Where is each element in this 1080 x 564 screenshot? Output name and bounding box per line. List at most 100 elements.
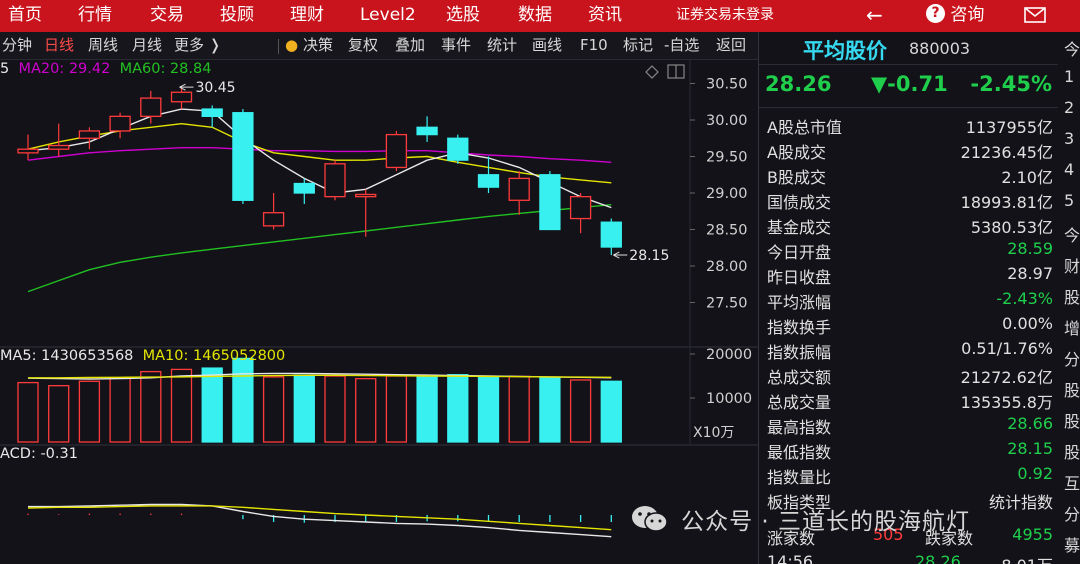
vol-ma10-legend: MA10: 1465052800 — [142, 348, 286, 364]
y-tick-label: 29.00 — [706, 186, 748, 202]
side-strip-label: 互 — [1064, 474, 1080, 493]
side-strip-label: 1 — [1064, 67, 1075, 86]
tick-price: 28.26 — [915, 552, 961, 564]
quote-row: 总成交量 135355.8万 — [765, 389, 1053, 413]
nav-stock-picker[interactable]: 选股 — [446, 0, 480, 32]
quote-label: 总成交量 — [767, 393, 832, 412]
side-strip-label: 增 — [1064, 319, 1080, 338]
volume-bar — [78, 380, 101, 443]
quote-label: 最高指数 — [767, 418, 832, 437]
quote-label: 最低指数 — [767, 443, 832, 462]
nav-trade[interactable]: 交易 — [150, 0, 184, 32]
chart-area[interactable]: 30.45 28.15 30.50 30.00 29.50 29.00 28.50 28.0… — [0, 60, 758, 564]
quote-value: 135355.8万 — [960, 393, 1053, 412]
nav-advisor[interactable]: 投顾 — [220, 0, 254, 32]
quote-value: 28.66 — [1007, 414, 1053, 433]
ma60-legend: MA60: 28.84 — [119, 61, 212, 77]
tool-watchlist[interactable]: -自选 — [664, 32, 699, 60]
volume-bar — [416, 374, 438, 443]
quote-value: 21272.62亿 — [960, 368, 1053, 387]
candle — [477, 174, 500, 188]
side-panel-strip: 今12345今财股增分股股股互分募 — [1058, 32, 1080, 564]
y-tick-label: 27.50 — [706, 296, 748, 312]
tool-draw[interactable]: 画线 — [532, 32, 562, 60]
candle — [201, 108, 223, 117]
consult-button[interactable]: ? 咨询 — [926, 0, 984, 32]
tab-weekly[interactable]: 周线 — [88, 32, 118, 60]
tab-monthly[interactable]: 月线 — [132, 32, 162, 60]
tick-time: 14:56 — [767, 552, 814, 564]
volume-bar — [477, 376, 500, 443]
volume-bar — [355, 377, 377, 443]
watermark-text: 公众号 · 三道长的股海航灯 — [681, 509, 971, 535]
quote-label: A股总市值 — [767, 118, 842, 137]
down-count-value: 4955 — [1012, 525, 1053, 544]
tool-decision[interactable]: 决策 — [303, 32, 333, 60]
tab-more[interactable]: 更多 ❭ — [174, 32, 221, 60]
nav-market[interactable]: 行情 — [78, 0, 112, 32]
volume-bar — [262, 376, 285, 443]
y-tick-label: 30.50 — [706, 77, 748, 93]
quote-label: 总成交额 — [767, 368, 832, 387]
quote-value: 统计指数 — [988, 493, 1053, 512]
tab-more-label: 更多 — [174, 36, 205, 54]
tab-daily[interactable]: 日线 — [44, 32, 74, 60]
side-strip-label: 股 — [1064, 412, 1080, 431]
y-tick-label: 28.50 — [706, 223, 748, 239]
ma20-legend: MA20: 29.42 — [18, 61, 111, 77]
side-strip-label: 募 — [1064, 536, 1080, 555]
tool-stats[interactable]: 统计 — [487, 32, 517, 60]
nav-finance[interactable]: 理财 — [290, 0, 324, 32]
quote-value: 1137955亿 — [965, 118, 1053, 137]
consult-label: 咨询 — [950, 5, 985, 25]
change-percent: -2.45% — [970, 72, 1052, 96]
quote-value: 21236.45亿 — [960, 143, 1053, 162]
tool-return[interactable]: 返回 — [716, 32, 746, 60]
nav-news[interactable]: 资讯 — [588, 0, 622, 32]
tool-overlay[interactable]: 叠加 — [395, 32, 425, 60]
divider — [759, 64, 1059, 65]
quote-label: 指数振幅 — [767, 343, 832, 362]
ma5-legend: 5 — [0, 61, 10, 77]
quote-value: 0.92 — [1017, 464, 1053, 483]
tool-f10[interactable]: F10 — [580, 32, 608, 60]
high-price-label: 30.45 — [196, 80, 236, 96]
quote-value: 28.97 — [1007, 264, 1053, 283]
quote-value: 5380.53亿 — [970, 218, 1053, 237]
chart-toolbar: 分钟 日线 周线 月线 更多 ❭ ● 决策 复权 叠加 事件 统计 画线 F10… — [0, 32, 758, 60]
quote-panel: 平均股价 880003 28.26 ▼-0.71 -2.45% A股总市值 113… — [758, 32, 1059, 564]
candle — [293, 182, 315, 194]
quote-label: B股成交 — [767, 168, 826, 187]
candle — [324, 163, 346, 198]
tool-events[interactable]: 事件 — [441, 32, 471, 60]
quote-row: 指数换手 0.00% — [765, 314, 1053, 338]
price-change: ▼-0.71 — [871, 72, 948, 96]
divider — [759, 107, 1059, 108]
nav-home[interactable]: 首页 — [8, 0, 42, 32]
question-icon: ? — [926, 4, 945, 23]
tick-row: 14:56 28.26 8.01万 — [765, 552, 1053, 564]
tool-adjust[interactable]: 复权 — [348, 32, 378, 60]
volume-bar — [508, 375, 530, 443]
quote-row: B股成交 2.10亿 — [765, 164, 1053, 188]
macd-legend: ACD: -0.31 — [0, 446, 78, 462]
side-strip-label: 分 — [1064, 350, 1080, 369]
nav-data[interactable]: 数据 — [518, 0, 552, 32]
quote-label: 今日开盘 — [767, 243, 832, 262]
mail-icon[interactable] — [1024, 0, 1046, 32]
side-strip-label: 5 — [1064, 191, 1075, 210]
nav-level2[interactable]: Level2 — [360, 0, 416, 32]
volume-bar — [48, 385, 70, 443]
tool-mark[interactable]: 标记 — [623, 32, 653, 60]
volume-bar — [232, 357, 254, 443]
quote-row: 今日开盘 28.59 — [765, 239, 1053, 263]
login-status-link[interactable]: 证券交易未登录 — [676, 0, 774, 32]
candle — [140, 97, 162, 117]
side-strip-label: 今 — [1064, 40, 1080, 59]
candle — [109, 115, 131, 132]
quote-row: 总成交额 21272.62亿 — [765, 364, 1053, 388]
tab-minute[interactable]: 分钟 — [2, 32, 32, 60]
tick-volume: 8.01万 — [1001, 552, 1053, 564]
candle — [78, 130, 101, 139]
back-arrow-icon[interactable]: ← — [866, 0, 883, 32]
